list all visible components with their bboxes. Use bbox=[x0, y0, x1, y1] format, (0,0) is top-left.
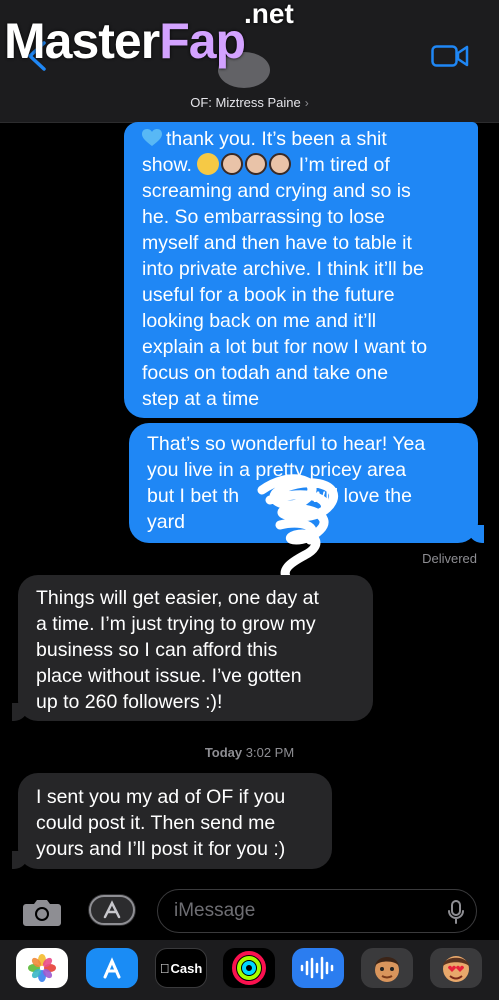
message-line: useful for a book in the future bbox=[142, 284, 395, 306]
message-line: Things will get easier, one day at bbox=[36, 587, 319, 609]
facepalm-emoji-icon bbox=[269, 153, 292, 175]
sent-message-bubble[interactable]: thank you. It’s been a shit show. I’m ti… bbox=[124, 122, 478, 418]
photos-icon bbox=[28, 954, 56, 982]
message-line: That’s so wonderful to hear! Yea bbox=[147, 433, 426, 455]
memoji-app-button[interactable] bbox=[361, 948, 413, 988]
message-timestamp: Today 3:02 PM bbox=[204, 745, 295, 760]
message-line: step at a time bbox=[142, 388, 260, 410]
message-line: I sent you my ad of OF if you bbox=[36, 786, 286, 808]
blue-heart-emoji-icon bbox=[142, 129, 162, 146]
message-line: business so I can afford this bbox=[36, 639, 278, 661]
site-watermark: MasterFap bbox=[4, 12, 246, 70]
message-line: looking back on me and it’ll bbox=[142, 310, 377, 332]
facepalm-emoji-icon bbox=[221, 153, 244, 175]
bubble-tail bbox=[468, 525, 484, 543]
photos-app-button[interactable] bbox=[16, 948, 68, 988]
contact-name: OF: Miztress Paine bbox=[190, 95, 301, 110]
memoji-icon bbox=[375, 957, 399, 982]
bubble-tail bbox=[12, 703, 28, 721]
activity-rings-icon bbox=[232, 951, 266, 985]
app-store-button[interactable] bbox=[88, 894, 136, 926]
message-line: he. So embarrassing to lose bbox=[142, 206, 385, 228]
message-line: show. I’m tired of bbox=[142, 153, 390, 176]
delivered-status: Delivered bbox=[422, 551, 477, 566]
app-store-a-icon bbox=[103, 957, 121, 979]
compose-bar: iMessage bbox=[0, 880, 499, 940]
audio-message-app-button[interactable] bbox=[292, 948, 344, 988]
facepalm-emoji-icon bbox=[245, 153, 268, 175]
video-call-icon[interactable] bbox=[431, 44, 469, 68]
message-line: explain a lot but for now I want to bbox=[142, 336, 428, 358]
app-drawer: Cash bbox=[0, 940, 499, 1000]
message-line: screaming and crying and so is bbox=[142, 180, 411, 202]
microphone-icon[interactable] bbox=[448, 900, 464, 924]
bubble-tail bbox=[12, 851, 28, 869]
received-message-bubble[interactable]: I sent you my ad of OF if you could post… bbox=[12, 773, 332, 869]
apple-cash-label: Cash bbox=[165, 960, 202, 976]
contact-name-button[interactable]: OF: Miztress Paine › bbox=[0, 95, 499, 110]
watermark-part2: Fap bbox=[159, 13, 246, 69]
message-line: a time. I’m just trying to grow my bbox=[36, 613, 316, 635]
message-line: place without issue. I’ve gotten bbox=[36, 665, 302, 687]
memoji-stickers-app-button[interactable] bbox=[430, 948, 482, 988]
received-message-bubble[interactable]: Things will get easier, one day at a tim… bbox=[12, 575, 373, 721]
fitness-app-button[interactable] bbox=[223, 948, 275, 988]
message-line: yours and I’ll post it for you :) bbox=[36, 838, 286, 860]
apple-logo-icon:  bbox=[160, 961, 170, 976]
heart-eyes-memoji-icon bbox=[443, 956, 469, 982]
camera-icon[interactable] bbox=[22, 897, 62, 927]
eye-roll-emoji-icon bbox=[197, 153, 220, 175]
watermark-suffix: .net bbox=[244, 0, 294, 29]
message-line: up to 260 followers :)! bbox=[36, 691, 223, 713]
message-line: could post it. Then send me bbox=[36, 812, 276, 834]
app-store-app-button[interactable] bbox=[86, 948, 138, 988]
chevron-right-icon: › bbox=[304, 96, 309, 110]
imessage-placeholder: iMessage bbox=[174, 900, 256, 921]
redaction-scribble bbox=[257, 474, 338, 585]
message-line: thank you. It’s been a shit bbox=[142, 126, 464, 152]
waveform-icon bbox=[300, 956, 334, 980]
message-line: myself and then have to table it bbox=[142, 232, 412, 254]
apple-cash-app-button[interactable]: Cash bbox=[155, 948, 207, 988]
message-line: into private archive. I think it’ll be bbox=[142, 258, 424, 280]
imessage-input[interactable]: iMessage bbox=[157, 889, 477, 933]
conversation-header: OF: Miztress Paine › MasterFap .net bbox=[0, 0, 499, 123]
app-store-icon bbox=[89, 895, 135, 925]
watermark-part1: Master bbox=[4, 13, 160, 69]
message-line: focus on todah and take one bbox=[142, 362, 389, 384]
